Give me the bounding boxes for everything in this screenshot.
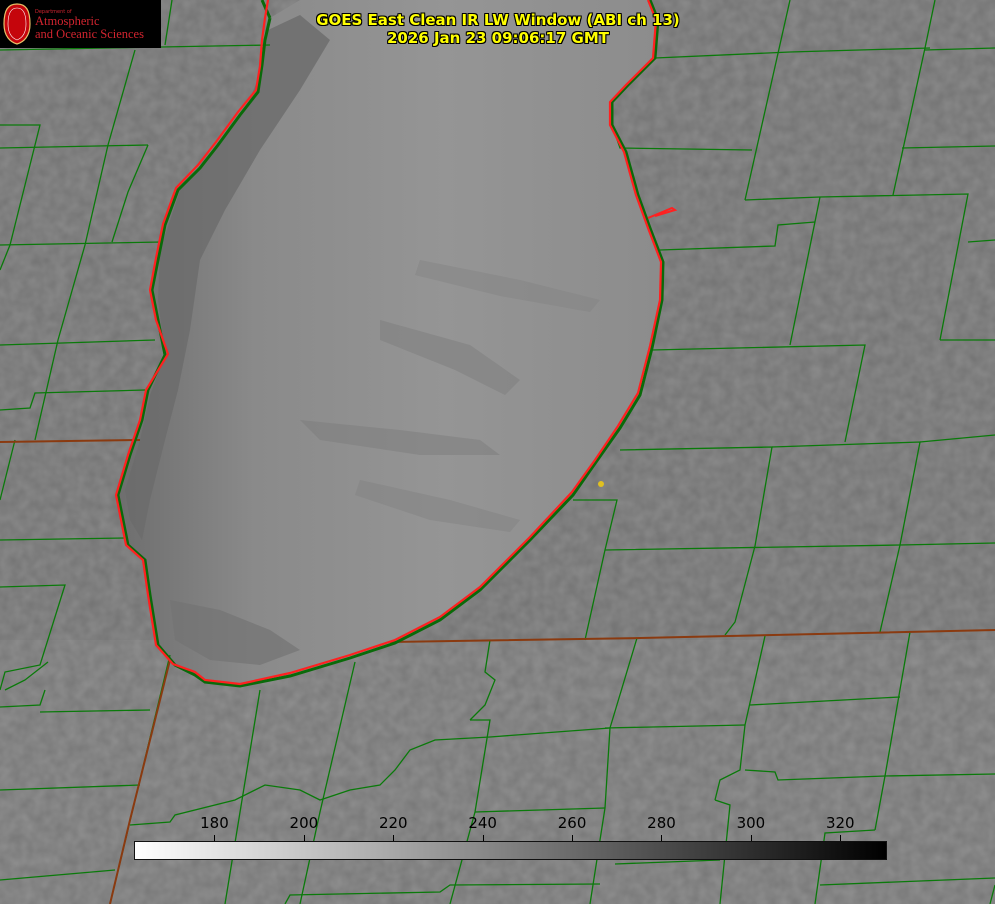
colorbar-tick-label: 320 [825, 814, 855, 832]
colorbar-tick-label: 280 [647, 814, 676, 832]
colorbar-tick [840, 835, 842, 841]
colorbar-tick-label: 260 [557, 814, 587, 832]
colorbar-tick [214, 835, 216, 841]
colorbar-tick [750, 835, 752, 841]
uw-seal-icon [3, 3, 31, 45]
satellite-ir-image [0, 0, 995, 904]
uw-aos-logo: Department of Atmospheric and Oceanic Sc… [0, 0, 161, 48]
temperature-colorbar [134, 841, 887, 860]
colorbar-tick-label: 180 [200, 814, 229, 832]
logo-name-line2: and Oceanic Sciences [35, 27, 144, 41]
colorbar-tick-label: 200 [289, 814, 319, 832]
colorbar-tick [661, 835, 663, 841]
image-title: GOES East Clean IR LW Window (ABI ch 13)… [248, 11, 748, 47]
colorbar-tick-label: 240 [468, 814, 497, 832]
product-title: GOES East Clean IR LW Window (ABI ch 13) [316, 11, 680, 29]
city-marker-dot [598, 481, 604, 487]
colorbar-tick [482, 835, 484, 841]
image-timestamp: 2026 Jan 23 09:06:17 GMT [387, 29, 609, 47]
colorbar-tick [303, 835, 305, 841]
colorbar-tick-label: 300 [736, 814, 766, 832]
colorbar-tick [572, 835, 574, 841]
colorbar-tick-label: 220 [378, 814, 408, 832]
colorbar-tick [393, 835, 395, 841]
